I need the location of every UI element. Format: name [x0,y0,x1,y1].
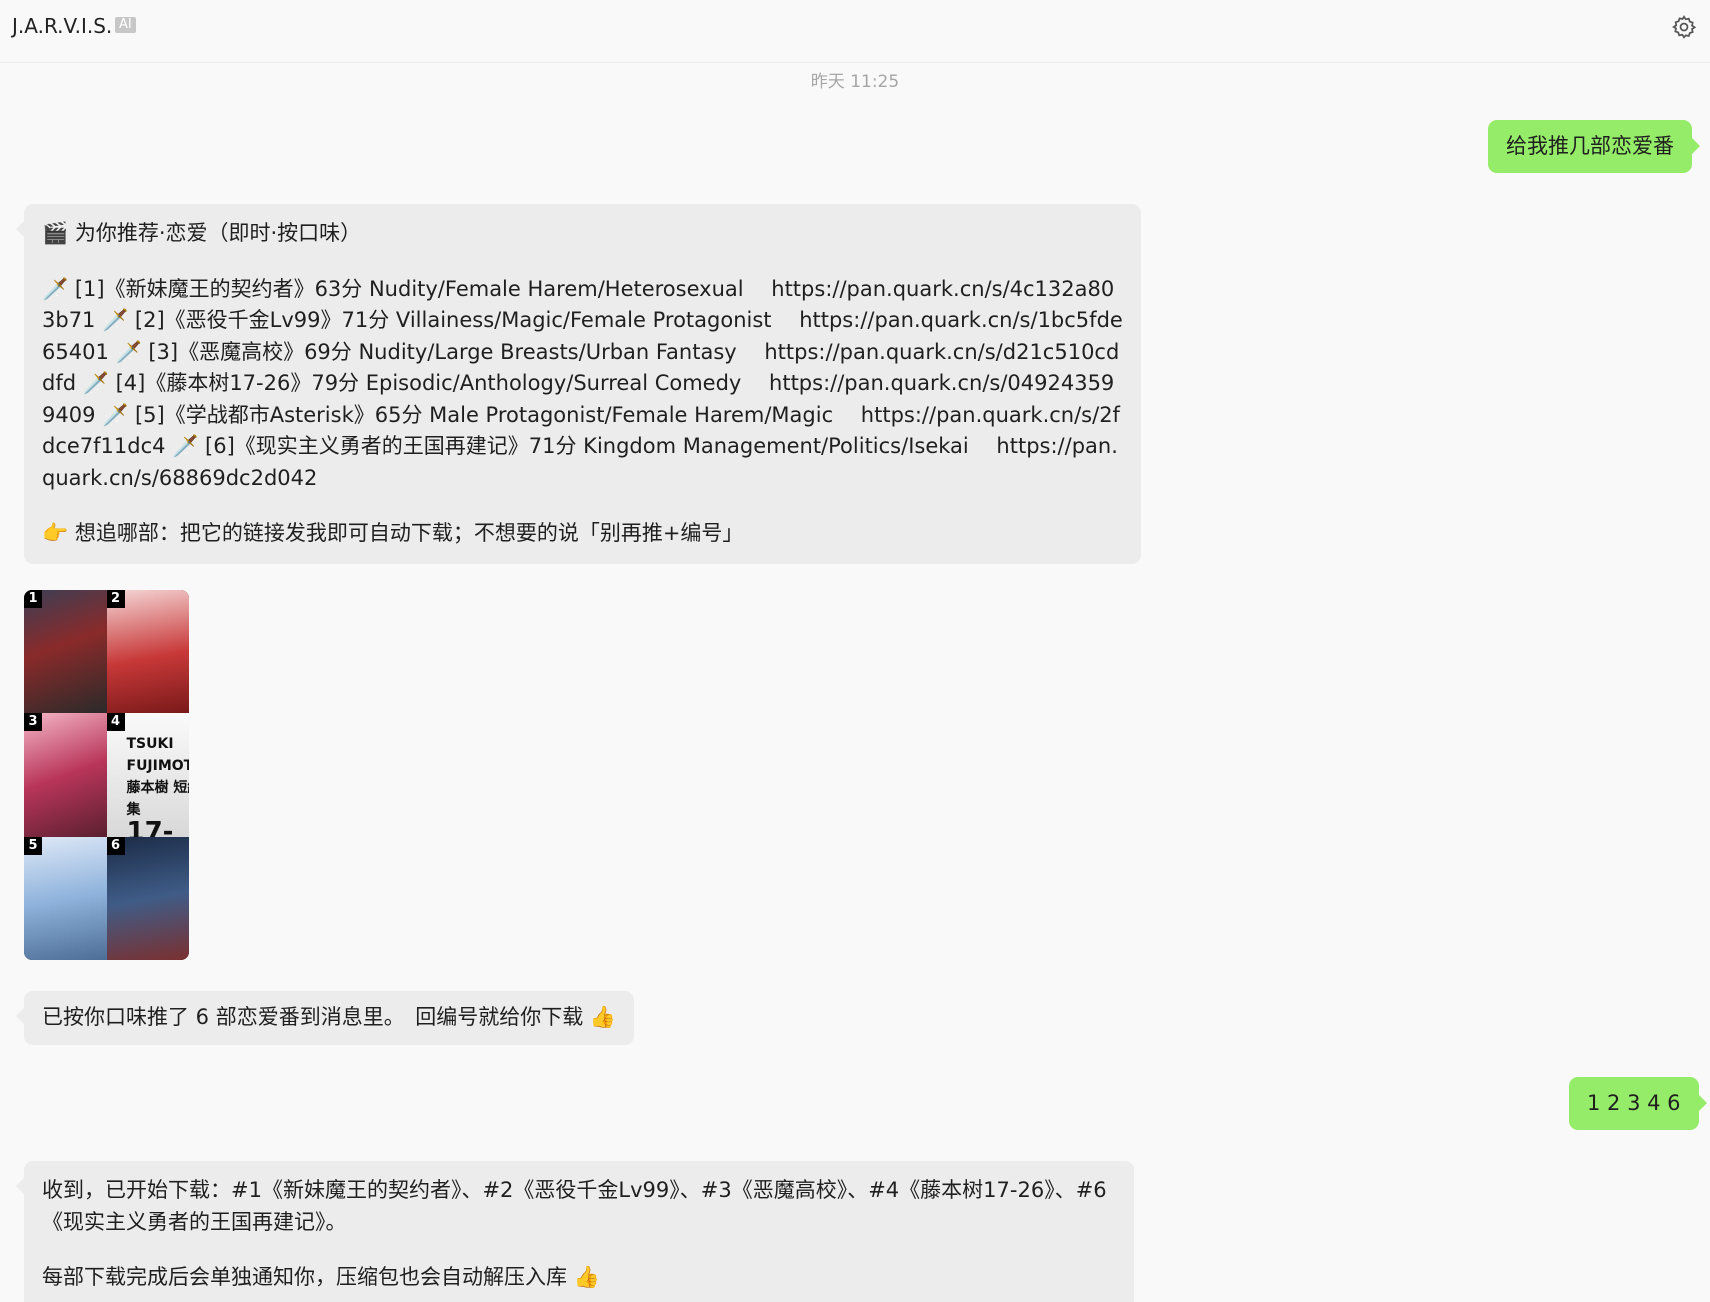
poster-number: 3 [24,713,42,732]
recommendation-list: 🗡️ [1]《新妹魔王的契约者》63分 Nudity/Female Harem/… [42,274,1123,495]
poster-cell: 4 TSUKI FUJIMOTO 藤本樹 短編集 17-26 [106,713,190,837]
poster-cell: 6 [106,836,189,960]
message-text: 1 2 3 4 6 [1587,1091,1681,1115]
poster-cell: 5 [24,836,107,960]
message-timestamp: 昨天 11:25 [810,72,900,92]
poster-number: 4 [106,713,125,732]
message-text: 已按你口味推了 6 部恋爱番到消息里。 回编号就给你下载 👍 [42,1005,617,1029]
app-title: J.A.R.V.I.S. [12,14,113,38]
incoming-message[interactable]: 收到，已开始下载：#1《新妹魔王的契约者》、#2《恶役千金Lv99》、#3《恶魔… [16,1161,1134,1302]
poster-collage-image[interactable]: 1 2 3 4 TSUKI FUJIMOTO 藤本樹 短編集 17-26 5 6 [24,590,189,960]
poster-cell: 1 [24,590,107,714]
outgoing-message[interactable]: 给我推几部恋爱番 [1488,120,1700,173]
incoming-message[interactable]: 🎬 为你推荐·恋爱（即时·按口味） 🗡️ [1]《新妹魔王的契约者》63分 Nu… [16,204,1141,564]
ai-badge: AI [115,17,136,33]
poster-number: 1 [24,590,42,608]
app-header: J.A.R.V.I.S. AI [0,0,1710,63]
poster-number: 5 [24,836,42,855]
poster-cell: 2 [106,590,189,714]
poster-title-art: TSUKI FUJIMOTO 藤本樹 短編集 17-26 [126,736,190,837]
poster-number: 2 [106,590,125,608]
poster-cell: 3 [24,713,107,837]
message-text: 收到，已开始下载：#1《新妹魔王的契约者》、#2《恶役千金Lv99》、#3《恶魔… [42,1178,1107,1234]
outgoing-message[interactable]: 1 2 3 4 6 [1569,1077,1707,1130]
message-text: 每部下载完成后会单独通知你，压缩包也会自动解压入库 👍 [42,1265,600,1289]
poster-number: 6 [106,836,125,855]
incoming-message[interactable]: 已按你口味推了 6 部恋爱番到消息里。 回编号就给你下载 👍 [15,991,635,1045]
gear-icon[interactable] [1671,14,1697,40]
message-footer: 👉 想追哪部：把它的链接发我即可自动下载；不想要的说「别再推+编号」 [42,521,744,545]
recommendation-item: 🗡️ [6]《现实主义勇者的王国再建记》71分 Kingdom Manageme… [42,434,1118,490]
message-text: 给我推几部恋爱番 [1506,134,1674,158]
message-title: 🎬 为你推荐·恋爱（即时·按口味） [42,221,362,245]
